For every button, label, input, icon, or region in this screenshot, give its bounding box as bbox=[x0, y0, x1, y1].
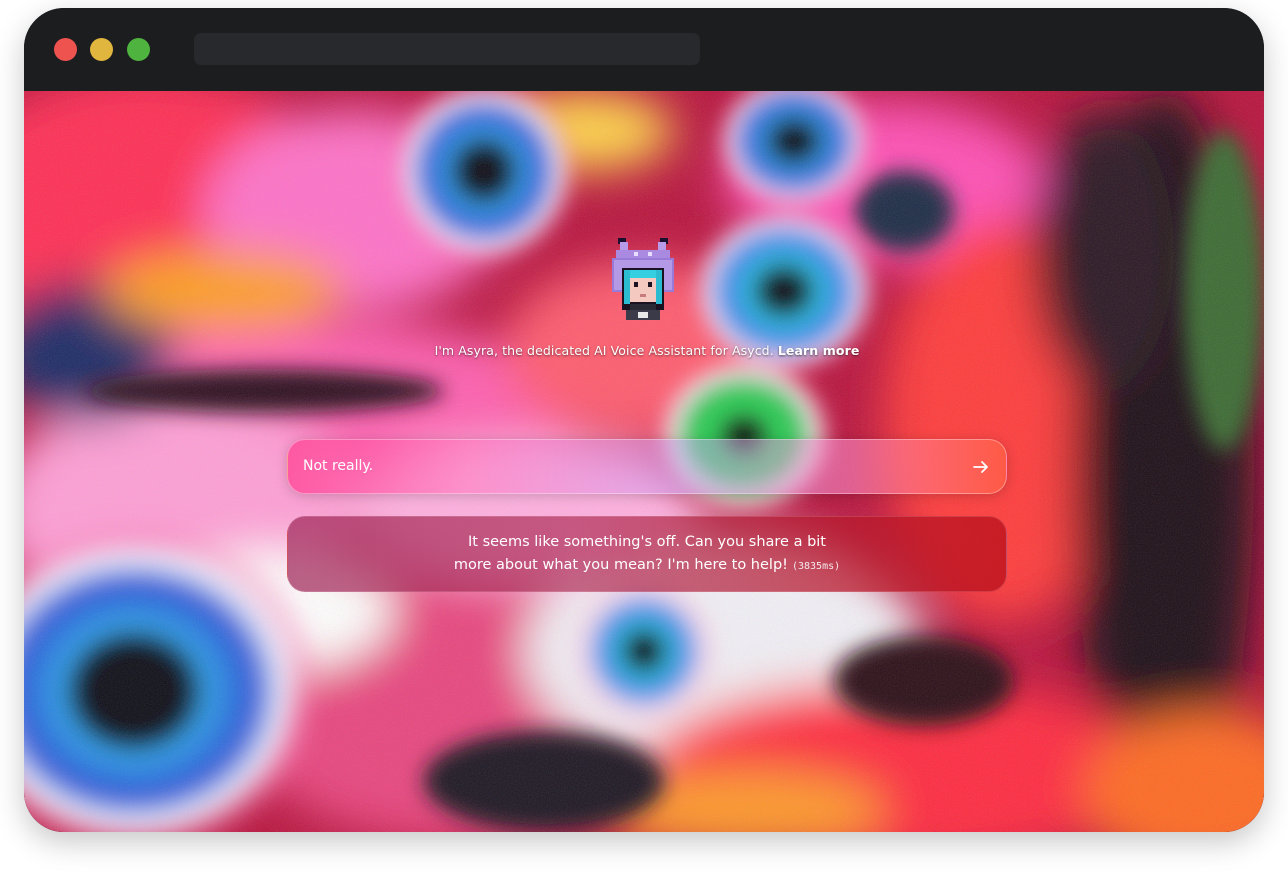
close-window-button[interactable] bbox=[54, 38, 77, 61]
window-titlebar bbox=[24, 8, 1264, 91]
response-line-1: It seems like something's off. Can you s… bbox=[468, 534, 826, 550]
response-time: (3835ms) bbox=[791, 561, 841, 572]
minimize-window-button[interactable] bbox=[90, 38, 113, 61]
page-content: I'm Asyra, the dedicated AI Voice Assist… bbox=[24, 91, 1264, 832]
chat-input[interactable] bbox=[303, 440, 943, 493]
asyra-avatar-icon bbox=[612, 238, 674, 320]
response-line-2: more about what you mean? I'm here to he… bbox=[453, 557, 788, 573]
chat-input-container bbox=[287, 439, 1007, 494]
assistant-intro: I'm Asyra, the dedicated AI Voice Assist… bbox=[324, 343, 970, 358]
maximize-window-button[interactable] bbox=[127, 38, 150, 61]
assistant-response: It seems like something's off. Can you s… bbox=[287, 516, 1007, 592]
learn-more-link[interactable]: Learn more bbox=[778, 343, 860, 358]
browser-window: I'm Asyra, the dedicated AI Voice Assist… bbox=[24, 8, 1264, 832]
send-button[interactable] bbox=[966, 452, 996, 482]
arrow-right-icon bbox=[973, 461, 988, 473]
intro-text: I'm Asyra, the dedicated AI Voice Assist… bbox=[434, 343, 774, 358]
address-bar[interactable] bbox=[194, 33, 700, 65]
